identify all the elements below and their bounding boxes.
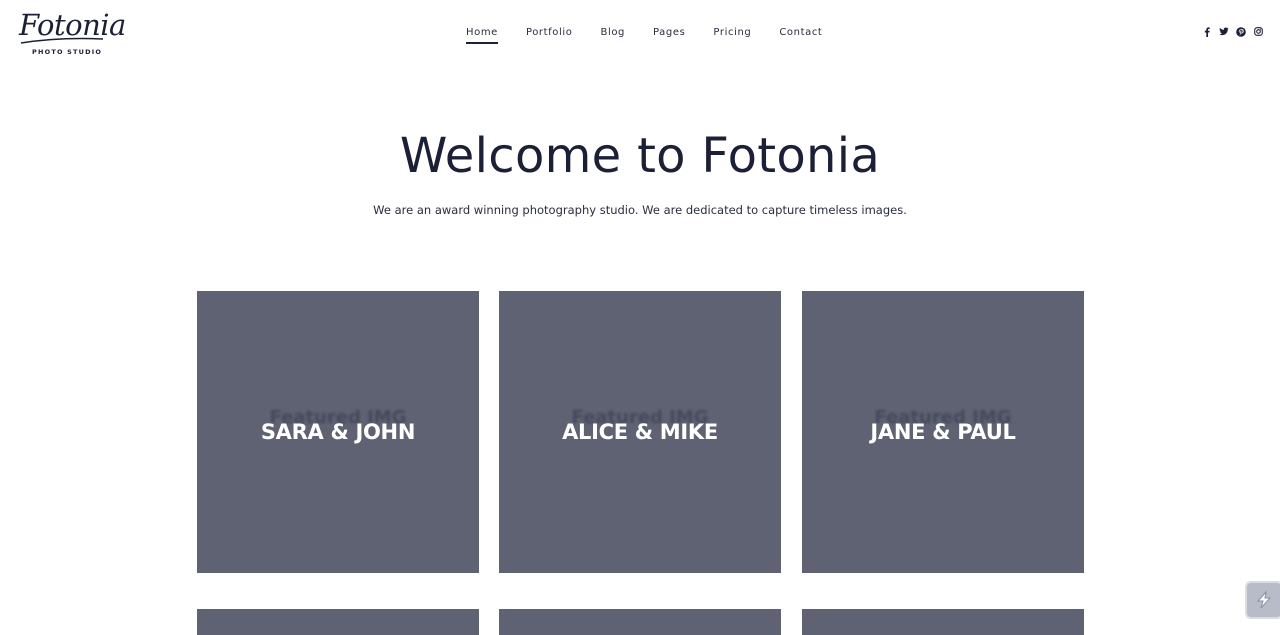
gallery-card-jane-paul[interactable]: Featured IMG JANE & PAUL xyxy=(802,291,1084,573)
card-title: JANE & PAUL xyxy=(870,420,1016,444)
nav-item-pricing[interactable]: Pricing xyxy=(713,27,751,44)
twitter-icon[interactable] xyxy=(1219,26,1229,37)
nav-item-portfolio[interactable]: Portfolio xyxy=(526,27,573,44)
floating-action-button[interactable] xyxy=(1245,581,1280,619)
facebook-icon[interactable] xyxy=(1202,26,1212,37)
gallery-card-sara-john[interactable]: Featured IMG SARA & JOHN xyxy=(197,291,479,573)
pinterest-icon[interactable] xyxy=(1236,26,1246,37)
logo-swash-icon xyxy=(20,37,104,44)
card-title: SARA & JOHN xyxy=(260,420,416,444)
lightning-icon xyxy=(1256,590,1272,609)
gallery-card-partial[interactable] xyxy=(197,609,479,635)
hero-title: Welcome to Fotonia xyxy=(399,128,881,184)
hero-subtitle: We are an award winning photography stud… xyxy=(373,203,907,217)
nav-item-blog[interactable]: Blog xyxy=(600,27,625,44)
main-nav: Home Portfolio Blog Pages Pricing Contac… xyxy=(466,27,850,44)
brand-tagline: PHOTO STUDIO xyxy=(32,48,103,56)
gallery-card-alice-mike[interactable]: Featured IMG ALICE & MIKE xyxy=(499,291,781,573)
nav-item-pages[interactable]: Pages xyxy=(653,27,685,44)
site-header: Fotonia PHOTO STUDIO Home Portfolio Blog… xyxy=(0,0,1280,66)
social-links xyxy=(1202,26,1263,37)
nav-item-contact[interactable]: Contact xyxy=(779,27,822,44)
brand-logo[interactable]: Fotonia PHOTO STUDIO xyxy=(19,8,126,58)
gallery-card-partial[interactable] xyxy=(499,609,781,635)
card-title: ALICE & MIKE xyxy=(562,420,718,444)
gallery-card-partial[interactable] xyxy=(802,609,1084,635)
nav-item-home[interactable]: Home xyxy=(466,27,498,44)
instagram-icon[interactable] xyxy=(1253,26,1263,37)
